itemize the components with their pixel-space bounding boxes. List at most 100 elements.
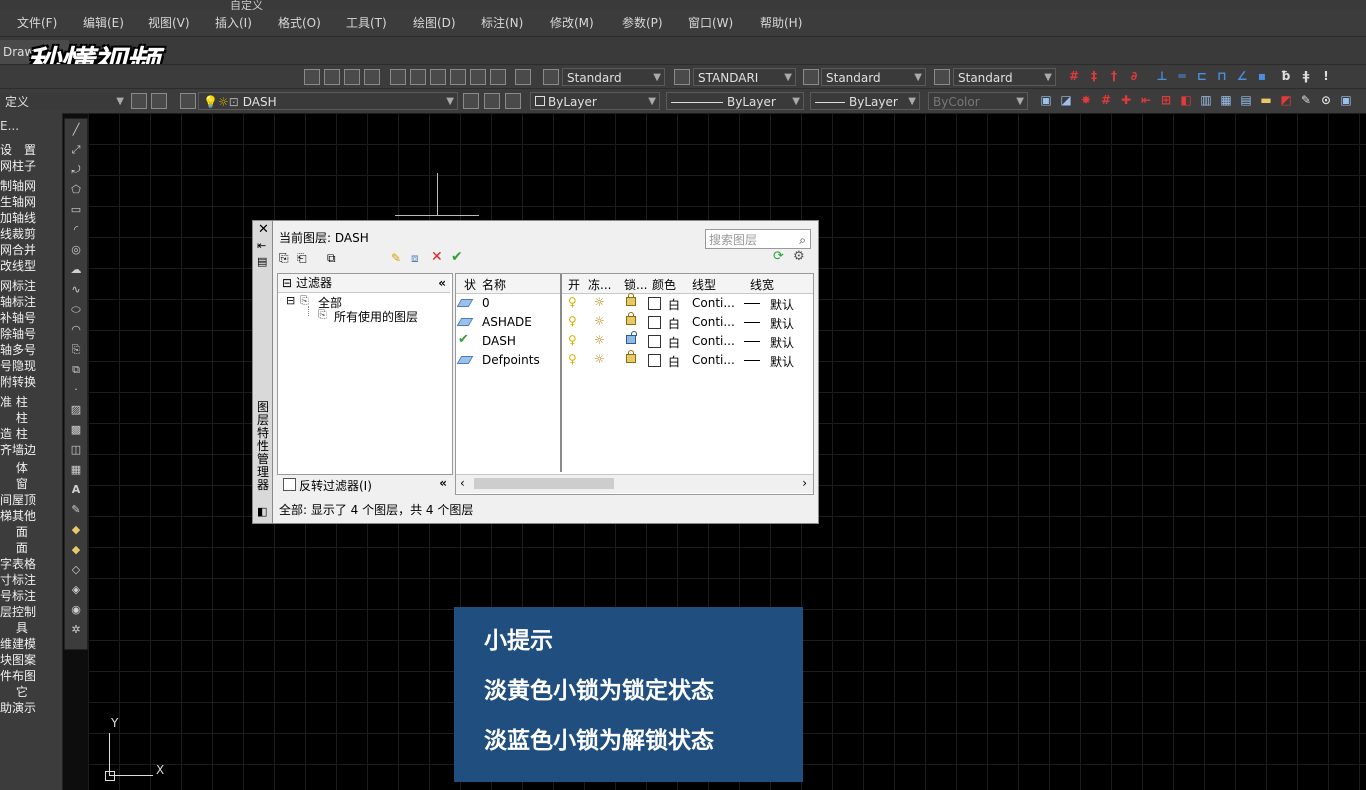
col-freeze[interactable]: 冻... [588, 276, 611, 293]
layer-search-input[interactable]: 搜索图层 ⌕ [705, 229, 811, 249]
collapse-filter-icon[interactable]: « [439, 476, 447, 490]
layer-select[interactable]: 💡☼⊡ DASH ▼ [198, 92, 458, 110]
panel-item[interactable]: 具 [0, 620, 62, 636]
panel-item[interactable]: 网柱子 [0, 158, 62, 174]
col-color[interactable]: 颜色 [652, 276, 676, 293]
layer-linetype[interactable]: Conti... [692, 353, 735, 367]
collapse-filter-icon[interactable]: « [438, 274, 446, 292]
new-group-filter-icon[interactable]: ⎗ [297, 251, 307, 266]
dim-update-icon[interactable]: ǃ [1320, 69, 1332, 83]
text-style-select[interactable]: Standard ▼ [562, 68, 665, 86]
close-icon[interactable]: ✕ [258, 222, 269, 237]
calculator-icon[interactable] [490, 69, 506, 85]
tool-icon-9[interactable]: ▥ [1200, 93, 1212, 107]
tool-icon-15[interactable]: ⊙ [1320, 93, 1332, 107]
zoom-realtime-icon[interactable] [324, 69, 340, 85]
pan-icon[interactable] [304, 69, 320, 85]
tool-icon-14[interactable]: ✎ [1300, 93, 1312, 107]
panel-item[interactable]: 维建模 [0, 636, 62, 652]
horizontal-scrollbar[interactable]: ‹ › [456, 474, 813, 493]
bulb-icon[interactable]: ♀ [568, 352, 577, 366]
polygon-icon[interactable]: ⬠ [69, 183, 83, 197]
arc-icon[interactable]: ◜ [69, 223, 83, 237]
menu-window[interactable]: 窗口(W) [688, 14, 733, 31]
layer-previous-icon[interactable] [484, 93, 500, 109]
layer-linetype[interactable]: Conti... [692, 334, 735, 348]
make-current-icon[interactable] [463, 93, 479, 109]
multiline-text-icon[interactable]: A [69, 483, 83, 497]
polyline-icon[interactable]: ⤾ [69, 163, 83, 177]
construction-line-icon[interactable]: ⤢ [69, 143, 83, 157]
panel-item[interactable]: 附转换 [0, 374, 62, 390]
menu-file[interactable]: 文件(F) [17, 14, 57, 31]
panel-item[interactable]: 造 柱 [0, 426, 62, 442]
menu-view[interactable]: 视图(V) [148, 14, 190, 31]
dim-text-edit-icon[interactable]: ǂ [1300, 69, 1312, 83]
panel-item[interactable]: 柱 [0, 410, 62, 426]
multileader-style-select[interactable]: Standard ▼ [953, 68, 1056, 86]
layer-row[interactable]: ASHADE ♀ ☼ 白 Conti... 默认 [456, 312, 813, 332]
tree-used-layers[interactable]: 所有使用的图层 [334, 308, 418, 325]
dim-continue-icon[interactable]: ⊓ [1216, 69, 1228, 83]
menu-help[interactable]: 帮助(H) [760, 14, 802, 31]
sheet-set-icon[interactable] [450, 69, 466, 85]
workspace-settings-icon[interactable] [131, 93, 147, 109]
workspace-select[interactable]: 定义 ▼ [0, 92, 128, 110]
rectangle-icon[interactable]: ▭ [69, 203, 83, 217]
tool-icon-16[interactable]: ▣ [1340, 93, 1352, 107]
layer-linetype[interactable]: Conti... [692, 296, 735, 310]
col-lock[interactable]: 锁... [624, 276, 647, 293]
color-select[interactable]: ByLayer ▼ [530, 92, 660, 110]
linetype-select[interactable]: ByLayer ▼ [666, 92, 804, 110]
panel-item[interactable]: 面 [0, 524, 62, 540]
scroll-left-icon[interactable]: ‹ [460, 476, 465, 490]
col-linetype[interactable]: 线型 [692, 276, 716, 293]
sun-icon[interactable]: ☼ [594, 295, 605, 309]
tool-icon-4[interactable]: # [1100, 93, 1112, 107]
dim-aligned-icon[interactable]: ‡ [1088, 69, 1100, 83]
scroll-thumb[interactable] [474, 478, 614, 489]
panel-item[interactable]: 设 置 [0, 142, 62, 158]
layer-row-current[interactable]: ✔ DASH ♀ ☼ 白 Conti... 默认 [456, 331, 813, 351]
panel-item[interactable]: 网标注 [0, 278, 62, 294]
layer-lineweight[interactable]: 默认 [770, 296, 794, 313]
menu-format[interactable]: 格式(O) [278, 14, 321, 31]
menu-insert[interactable]: 插入(I) [215, 14, 252, 31]
panel-item[interactable]: 准 柱 [0, 394, 62, 410]
gradient-icon[interactable]: ▩ [69, 423, 83, 437]
menu-modify[interactable]: 修改(M) [550, 14, 594, 31]
dim-baseline-icon[interactable]: ⊏ [1196, 69, 1208, 83]
layer-row[interactable]: Defpoints ♀ ☼ 白 Conti... 默认 [456, 350, 813, 370]
dim-arc-icon[interactable]: † [1108, 69, 1120, 83]
delete-layer-icon[interactable]: ✕ [431, 249, 443, 265]
layer-properties-icon[interactable] [180, 93, 196, 109]
panel-item[interactable]: 梯其他 [0, 508, 62, 524]
ellipse-arc-icon[interactable]: ◠ [69, 323, 83, 337]
sun-icon[interactable]: ☼ [594, 333, 605, 347]
dim-ordinate-icon[interactable]: ∂ [1128, 69, 1140, 83]
scroll-right-icon[interactable]: › [802, 476, 807, 490]
layer-icon-5[interactable]: ✲ [69, 623, 83, 637]
menu-draw[interactable]: 绘图(D) [413, 14, 456, 31]
dim-linear-icon[interactable]: # [1068, 69, 1080, 83]
panel-item[interactable]: 轴标注 [0, 294, 62, 310]
panel-item[interactable]: 网合并 [0, 242, 62, 258]
hatch-icon[interactable]: ▨ [69, 403, 83, 417]
properties-menu-icon[interactable]: ▤ [257, 255, 267, 268]
table-style-select[interactable]: Standard ▼ [821, 68, 926, 86]
dim-radius-icon[interactable]: ⊥ [1156, 69, 1168, 83]
panel-item[interactable]: 字表格 [0, 556, 62, 572]
layer-states-manager-icon[interactable]: ⧉ [327, 251, 336, 266]
help-icon[interactable] [515, 69, 531, 85]
layer-icon-4[interactable]: ◈ [69, 583, 83, 597]
set-current-icon[interactable]: ✔ [451, 249, 463, 265]
tool-icon-1[interactable]: ▣ [1040, 93, 1052, 107]
panel-item[interactable]: 齐墙边 [0, 442, 62, 458]
lineweight-select[interactable]: ByLayer ▼ [810, 92, 920, 110]
dim-quick-icon[interactable]: ▪ [1256, 69, 1268, 83]
add-selected-icon[interactable]: ✎ [69, 503, 83, 517]
tool-icon-10[interactable]: ▦ [1220, 93, 1232, 107]
layer-icon-2[interactable]: ◆ [69, 543, 83, 557]
new-layer-icon[interactable]: ✎ [391, 251, 401, 265]
autohide-icon[interactable]: ⇤ [257, 239, 266, 252]
